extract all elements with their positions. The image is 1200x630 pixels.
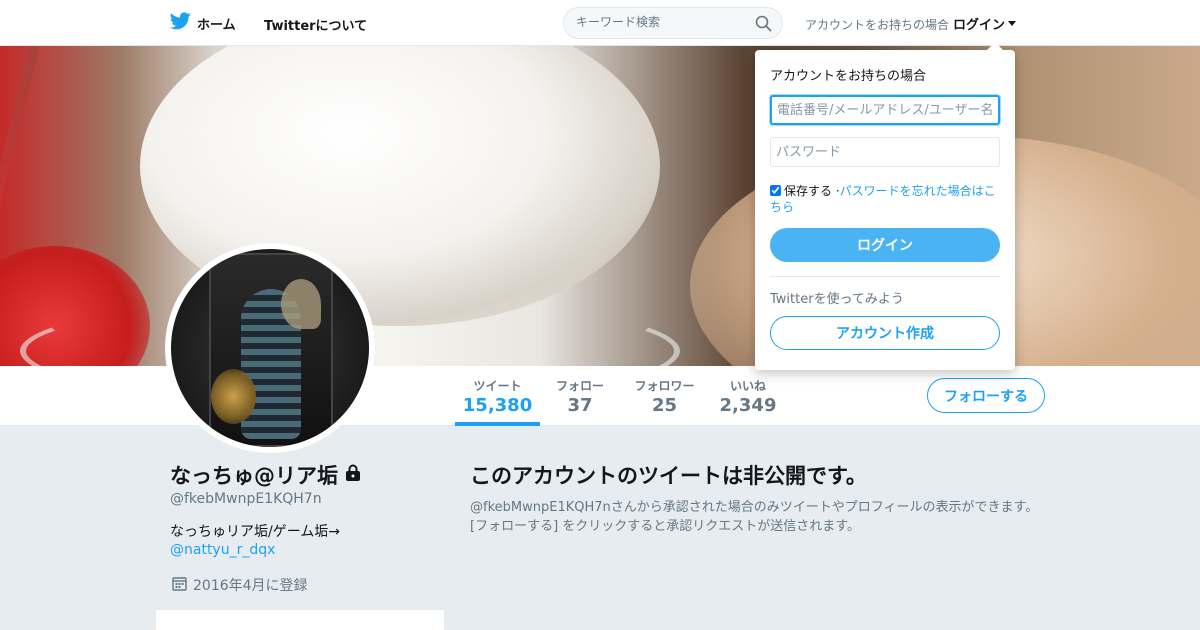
stat-label: いいね [729,379,766,393]
login-dropdown: アカウントをお持ちの場合 保存する ·パスワードを忘れた場合はこちら ログイン … [755,42,1015,370]
avatar[interactable] [165,243,375,453]
divider [770,276,1000,277]
stat-tweets[interactable]: ツイート 15,380 [455,377,540,416]
stat-value: 37 [567,395,593,416]
stat-followers[interactable]: フォロワー 25 [627,377,702,416]
login-toggle-label: ログイン [953,18,1006,33]
stat-value: 15,380 [462,395,533,416]
avatar-image [171,249,369,447]
protected-account-message: @fkebMwnpE1KQH7nさんから承認された場合のみツイートやプロフィール… [470,500,1039,534]
lock-icon [344,464,362,486]
nav-home-label: ホーム [197,17,236,33]
stat-value: 25 [651,395,678,416]
protected-account-title: このアカウントのツイートは非公開です。 [470,464,867,488]
active-tab-indicator [455,422,540,426]
login-dropdown-toggle[interactable]: ログイン [953,14,1017,33]
calendar-icon [172,576,187,595]
login-dropdown-heading: アカウントをお持ちの場合 [770,69,927,84]
stat-following[interactable]: フォロー 37 [545,377,615,416]
stat-likes[interactable]: いいね 2,349 [713,377,783,416]
stat-label: フォロワー [634,379,695,393]
nav-about-link[interactable]: Twitterについて [264,15,367,34]
remember-me-checkbox[interactable] [770,185,781,196]
remember-me-label[interactable]: 保存する [784,184,832,198]
join-date-text: 2016年4月に登録 [193,578,308,594]
remember-me-row: 保存する ·パスワードを忘れた場合はこちら [770,183,1000,215]
stat-value: 2,349 [719,395,777,416]
caret-down-icon [1008,21,1017,26]
login-button[interactable]: ログイン [770,228,1000,262]
try-twitter-text: Twitterを使ってみよう [770,292,904,307]
password-field[interactable] [770,137,1000,167]
profile-bio: なっちゅリア垢/ゲーム垢→ [170,524,341,540]
signup-button[interactable]: アカウント作成 [770,316,1000,350]
nav-home-link[interactable]: ホーム [169,12,236,34]
login-prompt-text: アカウントをお持ちの場合 [805,18,950,32]
twitter-bird-icon [169,12,191,34]
search-input[interactable] [576,15,746,29]
sidebar-card [156,610,444,630]
stat-label: フォロー [555,379,604,393]
search-box [563,7,783,39]
follow-button[interactable]: フォローする [927,378,1045,413]
username-field[interactable] [770,95,1000,125]
profile-name-row: なっちゅ@リア垢 [170,460,362,490]
search-icon[interactable] [755,15,772,36]
bio-mention-link[interactable]: @nattyu_r_dqx [170,542,275,558]
profile-name[interactable]: なっちゅ@リア垢 [170,460,338,490]
profile-handle[interactable]: @fkebMwnpE1KQH7n [170,491,322,507]
stat-label: ツイート [473,379,522,393]
top-navigation-bar: ホーム Twitterについて アカウントをお持ちの場合 ログイン [0,0,1200,46]
join-date: 2016年4月に登録 [172,575,308,595]
